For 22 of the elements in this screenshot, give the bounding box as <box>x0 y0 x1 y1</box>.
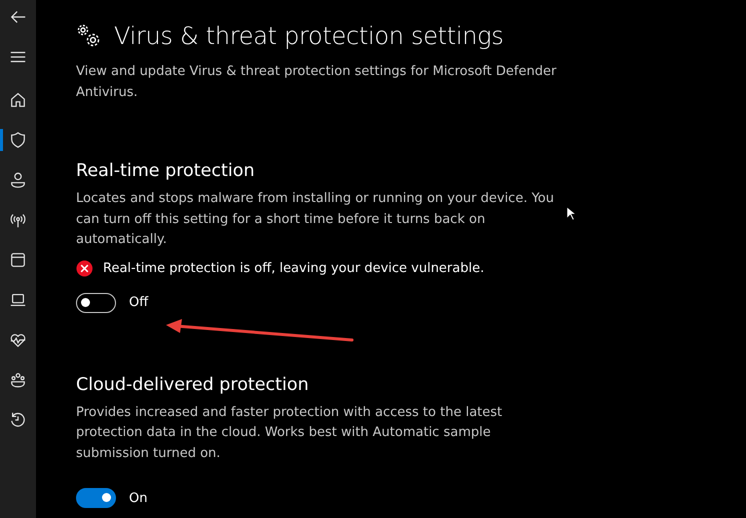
toggle-label: Off <box>129 295 148 310</box>
section-description: Provides increased and faster protection with access to the latest protection data in the cloud. Works best with Automatic sample submission turned on. <box>76 404 504 462</box>
page-description: View and update Virus & threat protection settings for Microsoft Defender Antivirus. <box>76 63 558 102</box>
home-icon <box>9 91 27 109</box>
toggle-label: On <box>129 490 148 506</box>
browser-window-icon <box>9 251 27 269</box>
section-heading: Real-time protection <box>76 161 256 181</box>
laptop-icon <box>9 291 27 309</box>
person-icon <box>9 171 27 189</box>
toggle-switch[interactable] <box>76 488 116 508</box>
family-icon <box>9 371 27 389</box>
warning-text: Real-time protection is off, leaving your device vulnerable. <box>103 260 484 276</box>
section-heading: Cloud-delivered protection <box>76 374 310 394</box>
history-icon <box>9 411 27 429</box>
page-title: Virus & threat protection settings <box>114 22 504 50</box>
toggle-switch[interactable] <box>76 292 116 312</box>
section-description: Locates and stops malware from installing or running on your device. You can turn off this setting for a short time before it turns back on automatically. <box>76 190 556 249</box>
error-icon <box>76 260 93 276</box>
cursor-icon <box>566 206 576 221</box>
gears-icon <box>76 23 102 49</box>
shield-icon <box>9 131 27 149</box>
heart-rate-icon <box>9 331 27 349</box>
